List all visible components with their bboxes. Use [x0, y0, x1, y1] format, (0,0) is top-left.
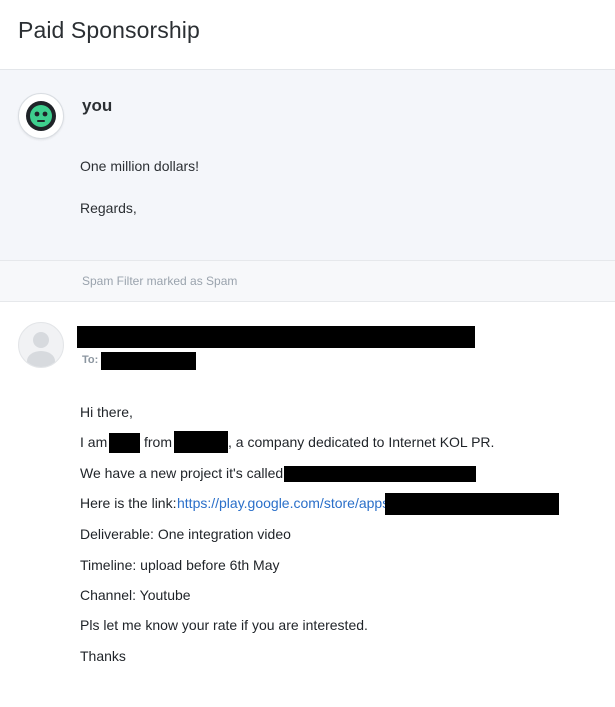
- redacted-name: [109, 433, 140, 453]
- app-store-link[interactable]: https://play.google.com/store/apps: [177, 495, 389, 511]
- reply-body-line: One million dollars!: [80, 158, 200, 174]
- thread-subject: Paid Sponsorship: [18, 17, 200, 43]
- redacted-sender: [77, 326, 475, 348]
- sender-avatar[interactable]: [18, 322, 64, 368]
- recipient-label: To:: [82, 354, 99, 366]
- link-prefix: Here is the link:: [80, 495, 177, 511]
- timeline-line: Timeline: upload before 6th May: [80, 557, 280, 573]
- thread-header: Paid Sponsorship: [0, 0, 615, 70]
- redacted-recipient: [101, 352, 196, 370]
- redacted-project-name: [284, 466, 476, 482]
- reply-message: you One million dollars! Regards,: [0, 70, 615, 260]
- reply-avatar[interactable]: [18, 93, 64, 139]
- rate-request-line: Pls let me know your rate if you are int…: [80, 617, 368, 633]
- spam-notice: Spam Filter marked as Spam: [82, 274, 238, 288]
- email-thread: Paid Sponsorship you One million dollars…: [0, 0, 615, 707]
- link-line: Here is the link: https://play.google.co…: [80, 493, 560, 517]
- redacted-company: [174, 431, 228, 453]
- intro-from: from: [144, 434, 172, 450]
- robot-face-icon: [26, 101, 56, 131]
- deliverable-line: Deliverable: One integration video: [80, 526, 291, 542]
- reply-signoff: Regards,: [80, 200, 137, 216]
- reply-author: you: [82, 96, 113, 115]
- incoming-message: To: Hi there, I am from , a company dedi…: [0, 302, 615, 707]
- intro-company-desc: , a company dedicated to Internet KOL PR…: [228, 434, 495, 450]
- greeting: Hi there,: [80, 404, 133, 420]
- redacted-link-path: [385, 493, 559, 515]
- channel-line: Channel: Youtube: [80, 587, 191, 603]
- intro-line: I am from , a company dedicated to Inter…: [80, 431, 500, 454]
- project-line: We have a new project it's called: [80, 465, 480, 485]
- closing-line: Thanks: [80, 648, 126, 664]
- intro-i-am: I am: [80, 434, 108, 450]
- person-placeholder-icon: [27, 332, 55, 367]
- project-text: We have a new project it's called: [80, 465, 284, 481]
- spam-notice-bar: Spam Filter marked as Spam: [0, 260, 615, 302]
